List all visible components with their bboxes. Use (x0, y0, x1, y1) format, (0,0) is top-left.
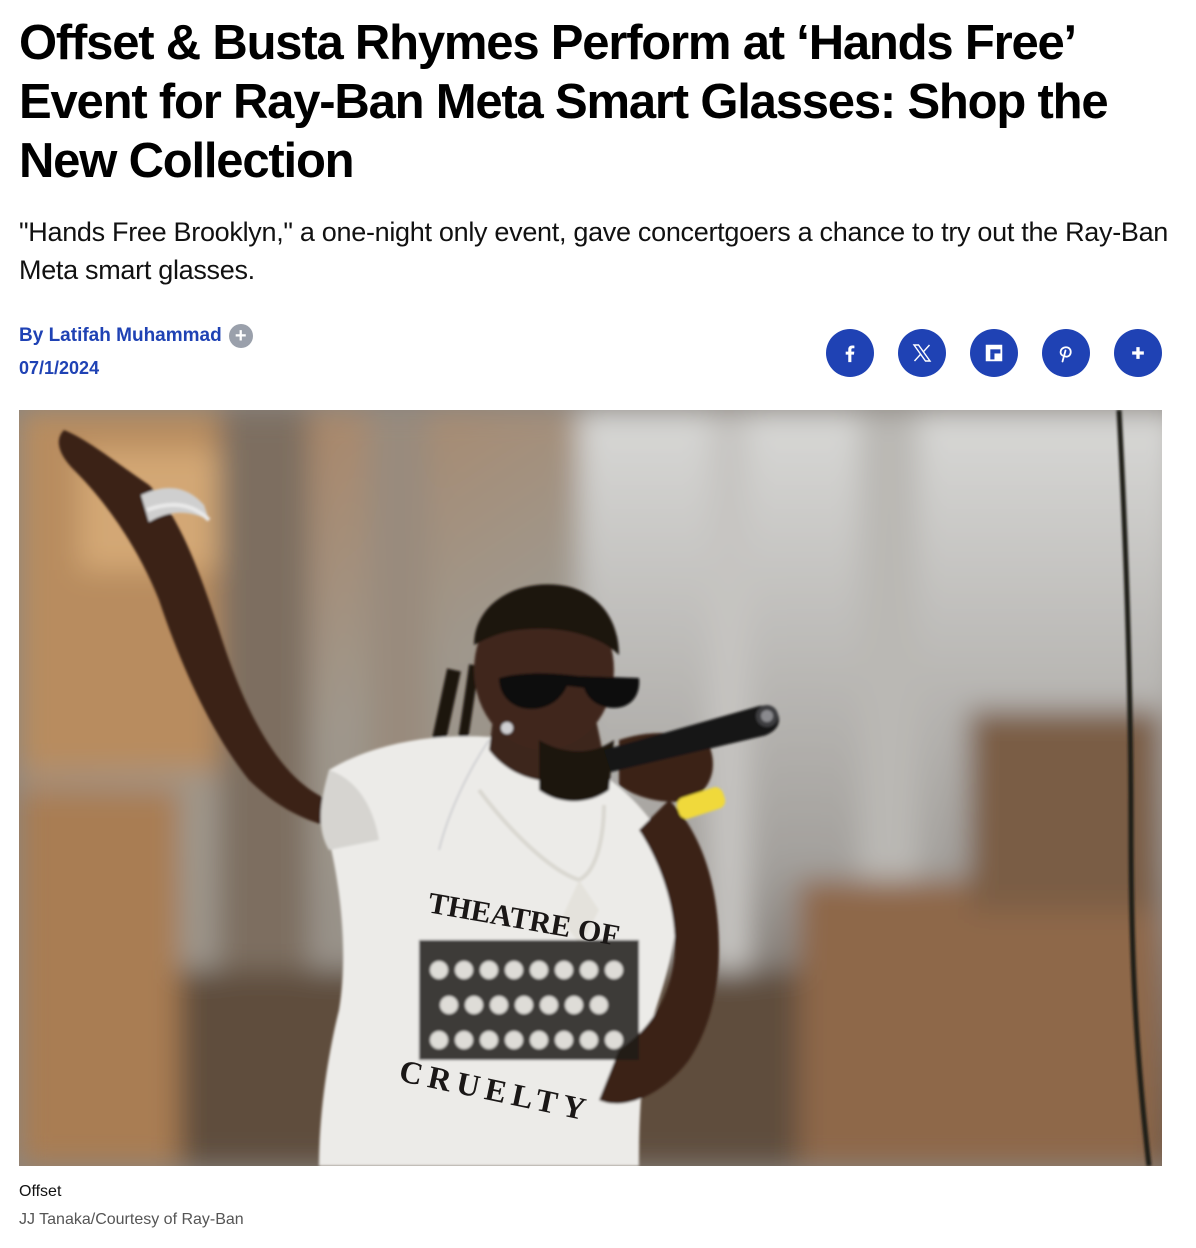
author-link[interactable]: Latifah Muhammad (49, 325, 222, 346)
hero-image: THEATRE OF CRUELTY (19, 410, 1162, 1166)
share-flipboard-button[interactable] (970, 329, 1018, 377)
share-x-button[interactable] (898, 329, 946, 377)
pinterest-icon (1059, 346, 1072, 363)
plus-icon (1132, 347, 1144, 359)
x-icon (912, 344, 932, 362)
plus-icon: + (234, 325, 247, 347)
article-dek: "Hands Free Brooklyn," a one-night only … (19, 217, 1169, 285)
share-pinterest-button[interactable] (1042, 329, 1090, 377)
image-caption: Offset (19, 1183, 62, 1200)
facebook-icon (845, 345, 855, 363)
flipboard-icon (985, 344, 1003, 362)
article-headline: Offset & Busta Rhymes Perform at ‘Hands … (19, 16, 1109, 188)
performer-photo: THEATRE OF CRUELTY (19, 410, 1162, 1166)
share-bar (826, 329, 1162, 377)
publish-date: 07/1/2024 (19, 358, 100, 378)
share-facebook-button[interactable] (826, 329, 874, 377)
follow-author-button[interactable]: + (228, 324, 253, 348)
byline: By Latifah Muhammad + (19, 324, 253, 348)
image-credit: JJ Tanaka/Courtesy of Ray-Ban (19, 1211, 244, 1228)
share-more-button[interactable] (1114, 329, 1162, 377)
byline-text: By Latifah Muhammad (19, 325, 222, 347)
byline-prefix: By (19, 325, 44, 346)
